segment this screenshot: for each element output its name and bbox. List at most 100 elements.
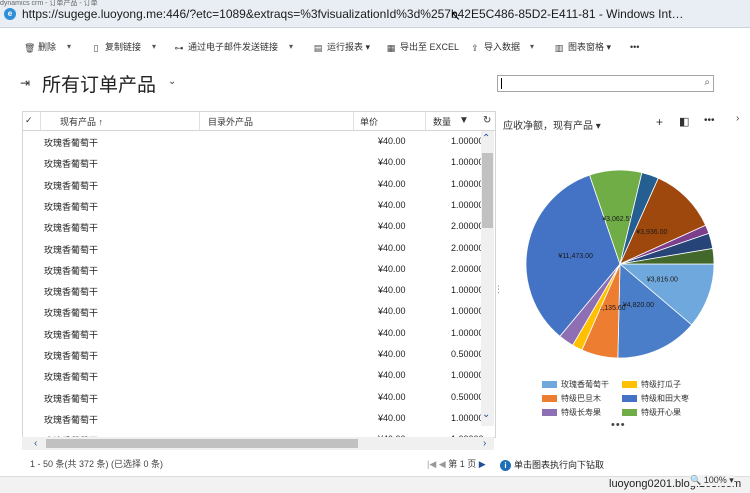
table-row[interactable]: 玫瑰香葡萄干 ¥40.00 1.00000 (23, 195, 484, 216)
page-scroll-up-icon[interactable]: › (736, 113, 739, 124)
legend-item[interactable]: 特级打瓜子 (622, 379, 681, 390)
legend-item[interactable]: 玫瑰香葡萄干 (542, 379, 609, 390)
email-link-button[interactable]: ⊶ 通过电子邮件发送链接 (174, 40, 279, 54)
table-row[interactable]: 玫瑰香葡萄干 ¥40.00 2.00000 (23, 238, 484, 259)
product-cell[interactable]: 玫瑰香葡萄干 (44, 328, 98, 341)
price-cell: ¥40.00 (378, 370, 406, 381)
quantity-cell: 1.00000 (451, 412, 484, 423)
legend-more-icon[interactable]: ••• (611, 419, 626, 431)
mouse-cursor-icon: ↖ (450, 8, 461, 23)
next-page-icon[interactable]: ▶ (479, 459, 486, 469)
table-row[interactable]: 玫瑰香葡萄干 ¥40.00 0.50000 (23, 387, 484, 408)
export-excel-button[interactable]: ▦ 导出至 EXCEL (386, 40, 459, 54)
column-header-price[interactable]: 单价 (360, 115, 378, 128)
legend-item[interactable]: 特级长寿果 (542, 407, 601, 418)
pie-chart[interactable]: ¥3,816.00¥4,820.00¥2,135.60¥11,473.00¥3,… (500, 135, 740, 453)
first-page-icon[interactable]: |◀ (427, 459, 436, 469)
delete-button[interactable]: 🗑 删除 (24, 40, 56, 54)
horizontal-scroll-thumb[interactable] (46, 439, 358, 448)
product-cell[interactable]: 玫瑰香葡萄干 (44, 136, 98, 149)
quantity-cell: 1.00000 (451, 157, 484, 168)
chart-more-options-button[interactable]: ••• (704, 115, 715, 126)
table-row[interactable]: 玫瑰香葡萄干 ¥40.00 1.00000 (23, 408, 484, 429)
copy-link-dropdown-chevron-icon[interactable]: ▾ (152, 40, 156, 54)
add-chart-icon[interactable]: + (656, 115, 663, 129)
browser-logo-icon: e (4, 8, 16, 20)
price-cell: ¥40.00 (378, 306, 406, 317)
page-title[interactable]: 所有订单产品 (42, 70, 156, 97)
table-row[interactable]: 玫瑰香葡萄干 ¥40.00 0.50000 (23, 344, 484, 365)
import-dropdown-chevron-icon[interactable]: ▾ (530, 40, 534, 54)
vertical-scroll-thumb[interactable] (482, 153, 493, 228)
table-row[interactable]: 玫瑰香葡萄干 ¥40.00 2.00000 (23, 216, 484, 237)
legend-label: 特级和田大枣 (641, 394, 689, 403)
window-title-bar: dynamics crm - 订单产品 - 订单 e https://sugeg… (0, 0, 750, 28)
filter-icon[interactable]: ▼ (459, 115, 469, 126)
table-row[interactable]: 玫瑰香葡萄干 ¥40.00 1.00000 (23, 323, 484, 344)
table-row[interactable]: 玫瑰香葡萄干 ¥40.00 1.00000 (23, 280, 484, 301)
expand-chart-icon[interactable]: ◧ (679, 115, 689, 128)
link-icon: ⊶ (174, 43, 184, 53)
scroll-down-arrow-icon[interactable]: ⌄ (482, 409, 490, 420)
legend-label: 特级巴旦木 (561, 394, 601, 403)
legend-swatch (542, 409, 557, 416)
column-header-writein-product[interactable]: 目录外产品 (208, 115, 253, 128)
more-commands-button[interactable]: ••• (630, 40, 639, 54)
quantity-cell: 1.00000 (451, 285, 484, 296)
product-cell[interactable]: 玫瑰香葡萄干 (44, 370, 98, 383)
chart-selector[interactable]: 应收净额，现有产品 ▾ (503, 117, 601, 132)
price-cell: ¥40.00 (378, 391, 406, 402)
view-selector-chevron-icon[interactable]: ⌄ (168, 76, 176, 87)
copy-link-button[interactable]: ▯ 复制链接 (91, 40, 142, 54)
product-cell[interactable]: 玫瑰香葡萄干 (44, 413, 98, 426)
search-icon[interactable]: ⌕ (704, 77, 710, 88)
product-cell[interactable]: 玫瑰香葡萄干 (44, 179, 98, 192)
scroll-left-arrow-icon[interactable]: ‹ (34, 437, 37, 450)
product-cell[interactable]: 玫瑰香葡萄干 (44, 200, 98, 213)
column-header-quantity[interactable]: 数量 (433, 115, 451, 128)
table-row[interactable]: 玫瑰香葡萄干 ¥40.00 1.00000 (23, 174, 484, 195)
horizontal-scrollbar[interactable]: ‹ › (22, 437, 494, 450)
select-all-checkbox[interactable]: ✓ (25, 115, 33, 126)
email-link-dropdown-chevron-icon[interactable]: ▾ (289, 40, 293, 54)
pie-slice-label: ¥4,820.00 (623, 302, 654, 309)
scroll-right-arrow-icon[interactable]: › (483, 437, 486, 450)
product-cell[interactable]: 玫瑰香葡萄干 (44, 285, 98, 298)
info-icon: i (500, 460, 511, 471)
delete-dropdown-chevron-icon[interactable]: ▾ (67, 40, 71, 54)
refresh-icon[interactable]: ↻ (483, 115, 491, 126)
legend-item[interactable]: 特级开心果 (622, 407, 681, 418)
pie-slice-label: ¥11,473.00 (558, 253, 593, 260)
column-header-product[interactable]: 现有产品 ↑ (60, 115, 103, 128)
search-input[interactable]: ⌕ (497, 75, 714, 92)
previous-page-icon[interactable]: ◀ (439, 459, 446, 469)
column-separator (353, 112, 354, 130)
pager: |◀ ◀ 第 1 页 ▶ (427, 457, 486, 470)
run-report-button[interactable]: ▤ 运行报表 ▾ (313, 40, 370, 54)
chart-pane-button[interactable]: ▥ 图表窗格 ▾ (554, 40, 611, 54)
grid-header: ✓ 现有产品 ↑ 目录外产品 单价 数量 ▼ ↻ (23, 112, 495, 131)
zoom-level[interactable]: 🔍 100% ▾ (690, 475, 734, 486)
product-cell[interactable]: 玫瑰香葡萄干 (44, 349, 98, 362)
table-row[interactable]: 玫瑰香葡萄干 ¥40.00 1.00000 (23, 152, 484, 173)
product-cell[interactable]: 玫瑰香葡萄干 (44, 221, 98, 234)
table-row[interactable]: 玫瑰香葡萄干 ¥40.00 1.00000 (23, 365, 484, 386)
table-row[interactable]: 玫瑰香葡萄干 ¥40.00 2.00000 (23, 259, 484, 280)
product-cell[interactable]: 玫瑰香葡萄干 (44, 392, 98, 405)
legend-item[interactable]: 特级和田大枣 (622, 393, 689, 404)
product-cell[interactable]: 玫瑰香葡萄干 (44, 306, 98, 319)
table-row[interactable]: 玫瑰香葡萄干 ¥40.00 1.00000 (23, 131, 484, 152)
scroll-up-arrow-icon[interactable]: ⌃ (482, 133, 490, 144)
product-cell[interactable]: 玫瑰香葡萄干 (44, 157, 98, 170)
product-cell[interactable]: 玫瑰香葡萄干 (44, 243, 98, 256)
product-cell[interactable]: 玫瑰香葡萄干 (44, 264, 98, 277)
quantity-cell: 1.00000 (451, 327, 484, 338)
table-row[interactable]: 玫瑰香葡萄干 ¥40.00 1.00000 (23, 301, 484, 322)
column-separator (425, 112, 426, 130)
quantity-cell: 2.00000 (451, 242, 484, 253)
import-data-button[interactable]: ⇪ 导入数据 (470, 40, 520, 54)
quantity-cell: 1.00000 (451, 136, 484, 146)
page-scrollbar[interactable]: › (736, 113, 745, 458)
pin-icon[interactable]: ⇥ (20, 76, 30, 90)
legend-item[interactable]: 特级巴旦木 (542, 393, 601, 404)
